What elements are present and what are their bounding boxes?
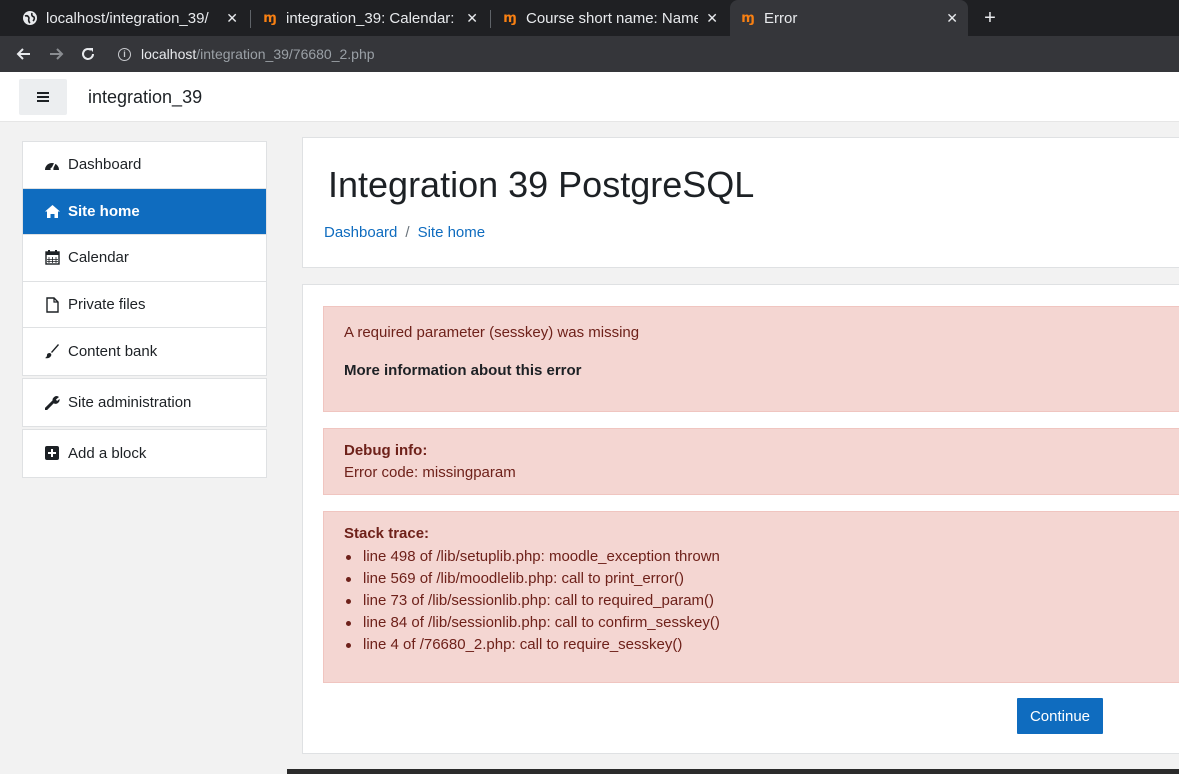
forward-button[interactable]: [44, 36, 68, 72]
stack-trace-text: line 73 of /lib/sessionlib.php: call to …: [363, 592, 715, 609]
url-field[interactable]: i localhost/integration_39/76680_2.php: [118, 36, 375, 72]
browser-tab-active[interactable]: ɱ Error ✕: [730, 0, 968, 36]
stack-trace-title: Stack trace:: [344, 525, 430, 542]
close-icon[interactable]: ✕: [946, 10, 958, 27]
arrow-left-icon: [16, 48, 30, 60]
new-tab-button[interactable]: +: [980, 0, 1000, 36]
nav-item-label: Private files: [68, 296, 146, 314]
error-alert: A required parameter (sesskey) was missi…: [323, 306, 1179, 412]
nav-item-site-home[interactable]: Site home: [23, 188, 266, 236]
error-message: A required parameter (sesskey) was missi…: [344, 324, 640, 341]
error-region: A required parameter (sesskey) was missi…: [302, 284, 1179, 754]
moodle-icon: ɱ: [503, 10, 517, 26]
stack-trace-item: line 84 of /lib/sessionlib.php: call to …: [344, 612, 720, 634]
tab-separator: [250, 10, 251, 28]
url-host: localhost: [141, 46, 197, 62]
tab-title: integration_39: Calendar:: [286, 9, 455, 27]
nav-main-group: Dashboard Site home Calendar Private fil…: [22, 141, 267, 376]
more-info-link[interactable]: More information about this error: [344, 362, 582, 379]
tab-separator: [490, 10, 491, 28]
site-navbar: integration_39: [0, 72, 1179, 122]
bullet-icon: [346, 576, 351, 582]
site-name[interactable]: integration_39: [88, 72, 202, 122]
bullet-icon: [346, 598, 351, 604]
calendar-icon: [44, 250, 60, 266]
page-title: Integration 39 PostgreSQL: [328, 164, 755, 205]
nav-item-label: Site administration: [68, 393, 192, 411]
breadcrumb-site-home[interactable]: Site home: [418, 224, 486, 241]
moodle-icon: ɱ: [741, 10, 755, 26]
drawer-toggle-button[interactable]: [19, 79, 67, 115]
file-icon: [44, 296, 60, 313]
nav-item-calendar[interactable]: Calendar: [23, 235, 266, 282]
nav-item-label: Content bank: [68, 343, 158, 361]
bullet-icon: [346, 642, 351, 648]
plus-square-icon: [44, 445, 60, 461]
arrow-right-icon: [50, 48, 64, 60]
globe-icon: [22, 10, 38, 26]
close-icon[interactable]: ✕: [466, 10, 478, 27]
reload-button[interactable]: [76, 36, 100, 72]
nav-item-label: Site home: [68, 202, 140, 220]
stack-trace-list: line 498 of /lib/setuplib.php: moodle_ex…: [344, 546, 720, 656]
continue-button[interactable]: Continue: [1017, 698, 1103, 734]
browser-tab[interactable]: ɱ integration_39: Calendar: ✕: [252, 0, 488, 36]
reload-icon: [82, 48, 94, 60]
tab-title: localhost/integration_39/: [46, 9, 209, 27]
browser-tab-bar: localhost/integration_39/ ✕ ɱ integratio…: [0, 0, 1179, 36]
breadcrumb-dashboard[interactable]: Dashboard: [324, 224, 397, 241]
back-button[interactable]: [12, 36, 36, 72]
stack-trace-text: line 84 of /lib/sessionlib.php: call to …: [363, 614, 720, 631]
hamburger-icon: [37, 92, 49, 102]
nav-item-private-files[interactable]: Private files: [23, 282, 266, 329]
stack-trace-item: line 73 of /lib/sessionlib.php: call to …: [344, 590, 720, 612]
debug-info-alert: Debug info: Error code: missingparam: [323, 428, 1179, 495]
dashboard-icon: [44, 157, 60, 173]
stack-trace-item: line 498 of /lib/setuplib.php: moodle_ex…: [344, 546, 720, 568]
home-icon: [44, 203, 60, 219]
close-icon[interactable]: ✕: [226, 10, 238, 27]
nav-item-label: Calendar: [68, 249, 129, 267]
close-icon[interactable]: ✕: [706, 10, 718, 27]
page-header: Integration 39 PostgreSQL Dashboard / Si…: [302, 137, 1179, 268]
nav-block-group: Add a block: [22, 429, 267, 478]
brush-icon: [44, 344, 60, 360]
stack-trace-alert: Stack trace: line 498 of /lib/setuplib.p…: [323, 511, 1179, 683]
breadcrumb-separator: /: [405, 224, 410, 241]
stack-trace-text: line 498 of /lib/setuplib.php: moodle_ex…: [363, 548, 720, 565]
nav-item-add-block[interactable]: Add a block: [23, 430, 266, 477]
url-path: /integration_39/76680_2.php: [196, 46, 375, 62]
breadcrumb: Dashboard / Site home: [324, 224, 485, 241]
browser-tab[interactable]: localhost/integration_39/ ✕: [12, 0, 248, 36]
bullet-icon: [346, 554, 351, 560]
debug-info-title: Debug info:: [344, 442, 428, 459]
wrench-icon: [44, 394, 60, 410]
browser-address-bar: i localhost/integration_39/76680_2.php: [0, 36, 1179, 72]
info-icon[interactable]: i: [118, 47, 131, 61]
nav-admin-group: Site administration: [22, 378, 267, 427]
bullet-icon: [346, 620, 351, 626]
tab-title: Course short name: Name: [526, 9, 699, 27]
nav-item-label: Add a block: [68, 444, 147, 462]
stack-trace-item: line 569 of /lib/moodlelib.php: call to …: [344, 568, 720, 590]
tab-title: Error: [764, 9, 798, 27]
footer-strip: [287, 769, 1179, 774]
error-code: Error code: missingparam: [344, 464, 516, 481]
nav-item-site-administration[interactable]: Site administration: [23, 379, 266, 426]
nav-drawer: Dashboard Site home Calendar Private fil…: [0, 122, 287, 774]
nav-item-dashboard[interactable]: Dashboard: [23, 142, 266, 189]
nav-item-content-bank[interactable]: Content bank: [23, 328, 266, 375]
nav-item-label: Dashboard: [68, 156, 142, 174]
browser-tab[interactable]: ɱ Course short name: Name ✕: [492, 0, 728, 36]
stack-trace-text: line 4 of /76680_2.php: call to require_…: [363, 636, 683, 653]
stack-trace-text: line 569 of /lib/moodlelib.php: call to …: [363, 570, 684, 587]
stack-trace-item: line 4 of /76680_2.php: call to require_…: [344, 634, 720, 656]
moodle-icon: ɱ: [263, 10, 277, 26]
